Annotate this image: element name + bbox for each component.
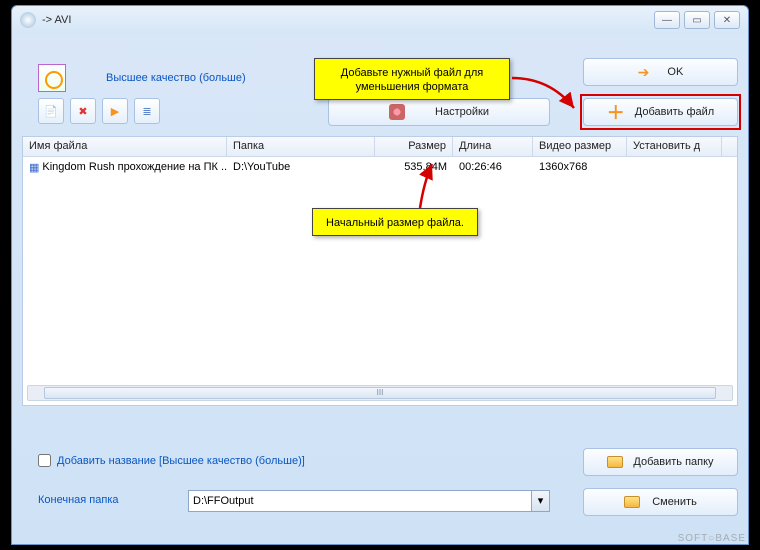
file-table: Имя файла Папка Размер Длина Видео разме… (22, 136, 738, 406)
col-video-size[interactable]: Видео размер (533, 137, 627, 156)
cell-set (627, 165, 722, 169)
callout-size: Начальный размер файла. (312, 208, 478, 236)
chevron-down-icon[interactable]: ▾ (531, 491, 549, 511)
titlebar: -> AVI — ▭ ✕ (12, 6, 748, 34)
add-icon-button[interactable]: 📄 (38, 98, 64, 124)
folder-icon (624, 496, 640, 508)
add-folder-button[interactable]: Добавить папку (583, 448, 738, 476)
table-header: Имя файла Папка Размер Длина Видео разме… (23, 137, 737, 157)
close-button[interactable]: ✕ (714, 11, 740, 29)
cell-size: 535.84M (375, 159, 453, 175)
gear-icon (389, 104, 405, 120)
file-remove-icon: ✖ (78, 105, 87, 118)
menubar (12, 34, 748, 56)
cell-filename: Kingdom Rush прохождение на ПК ... (42, 161, 227, 173)
app-icon (20, 12, 36, 28)
output-path-combo[interactable]: D:\FFOutput ▾ (188, 490, 550, 512)
video-file-icon: ▦ (29, 161, 39, 174)
change-folder-button[interactable]: Сменить (583, 488, 738, 516)
bottom-panel: Добавить название [Высшее качество (боль… (22, 444, 738, 534)
cell-video-size: 1360x768 (533, 159, 627, 175)
add-file-button[interactable]: ＋ Добавить файл (583, 98, 738, 126)
add-title-label[interactable]: Добавить название [Высшее качество (боль… (57, 455, 305, 467)
callout-add-file: Добавьте нужный файл для уменьшения форм… (314, 58, 510, 100)
add-title-checkbox-row: Добавить название [Высшее качество (боль… (38, 454, 305, 467)
callout-size-text: Начальный размер файла. (326, 217, 464, 229)
maximize-button[interactable]: ▭ (684, 11, 710, 29)
folder-add-icon (607, 456, 623, 468)
output-path-value: D:\FFOutput (189, 495, 531, 507)
play-icon: ▶ (111, 105, 119, 118)
col-size[interactable]: Размер (375, 137, 453, 156)
content-area: Высшее качество (больше) ➔ OK ＋ Добавить… (22, 58, 738, 534)
avi-format-icon (38, 64, 66, 92)
output-folder-label: Конечная папка (38, 494, 119, 506)
quality-link[interactable]: Высшее качество (больше) (106, 72, 246, 84)
settings-label: Настройки (435, 106, 489, 118)
table-row[interactable]: ▦Kingdom Rush прохождение на ПК ... D:\Y… (23, 157, 737, 177)
settings-button[interactable]: Настройки (328, 98, 550, 126)
col-set[interactable]: Установить д (627, 137, 722, 156)
ok-button-label: OK (667, 66, 683, 78)
window-title: -> AVI (42, 14, 650, 26)
col-length[interactable]: Длина (453, 137, 533, 156)
add-title-checkbox[interactable] (38, 454, 51, 467)
col-filename[interactable]: Имя файла (23, 137, 227, 156)
plus-icon: ＋ (607, 99, 625, 125)
toolbar-icons: 📄 ✖ ▶ ≣ (38, 98, 160, 124)
add-file-label: Добавить файл (635, 106, 714, 118)
list-icon-button[interactable]: ≣ (134, 98, 160, 124)
remove-icon-button[interactable]: ✖ (70, 98, 96, 124)
list-icon: ≣ (142, 105, 151, 118)
file-add-icon: 📄 (44, 105, 58, 118)
col-folder[interactable]: Папка (227, 137, 375, 156)
cell-length: 00:26:46 (453, 159, 533, 175)
callout-add-text: Добавьте нужный файл для уменьшения форм… (341, 67, 483, 93)
ok-button[interactable]: ➔ OK (583, 58, 738, 86)
arrow-right-icon: ➔ (638, 64, 650, 81)
cell-folder: D:\YouTube (227, 159, 375, 175)
add-folder-label: Добавить папку (633, 456, 713, 468)
change-label: Сменить (652, 496, 697, 508)
minimize-button[interactable]: — (654, 11, 680, 29)
app-window: -> AVI — ▭ ✕ Высшее качество (больше) ➔ … (11, 5, 749, 545)
horizontal-scrollbar[interactable]: III (27, 385, 733, 401)
play-icon-button[interactable]: ▶ (102, 98, 128, 124)
watermark: SOFT○BASE (678, 533, 746, 544)
